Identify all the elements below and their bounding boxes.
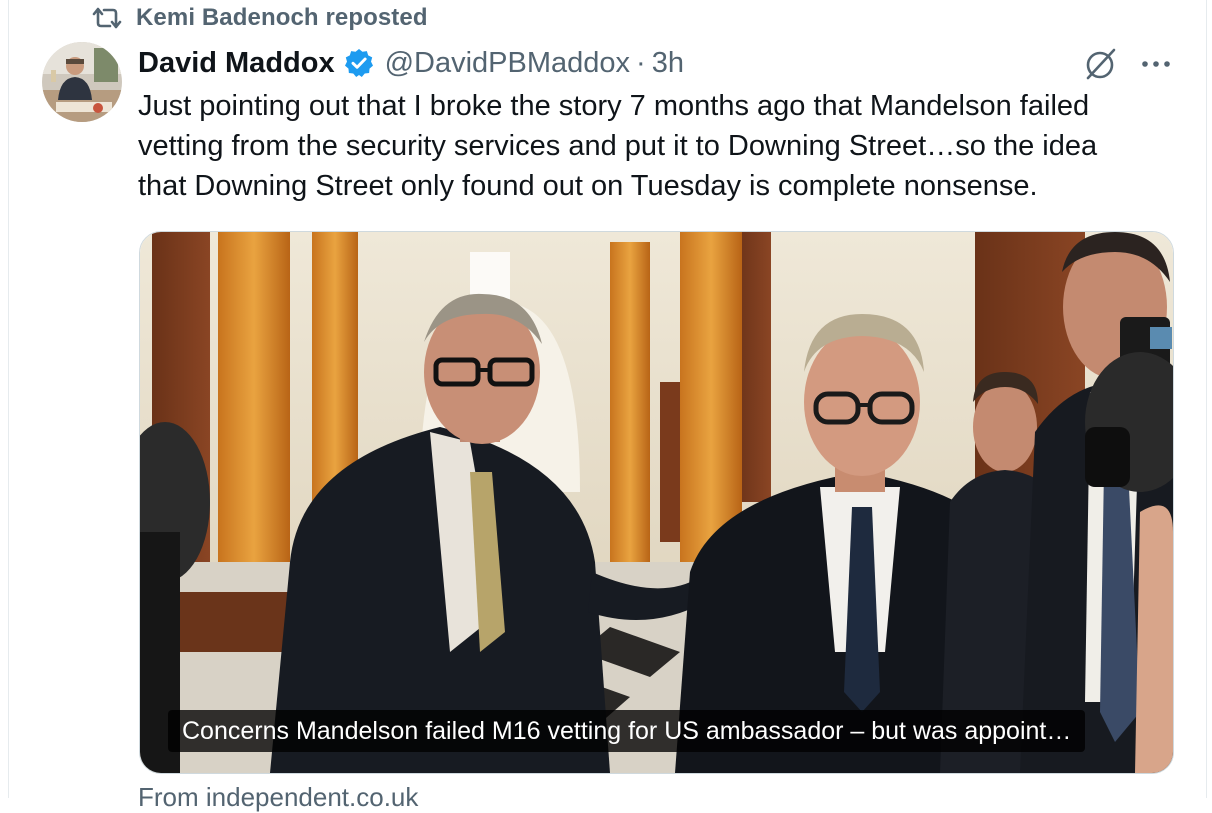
tweet-header: David Maddox @DavidPBMaddox · 3h [138, 44, 684, 82]
repost-label: Kemi Badenoch reposted [136, 4, 428, 31]
tweet-timestamp[interactable]: 3h [652, 47, 684, 80]
author-handle[interactable]: @DavidPBMaddox [385, 47, 630, 80]
avatar[interactable] [42, 42, 122, 122]
timeline-border-right [1206, 0, 1207, 798]
more-icon [1142, 61, 1170, 67]
verified-badge-icon [344, 49, 373, 77]
more-button[interactable] [1136, 44, 1176, 84]
grok-button[interactable] [1080, 44, 1120, 84]
card-caption: Concerns Mandelson failed M16 vetting fo… [168, 710, 1086, 752]
news-photo [140, 232, 1173, 773]
link-preview-card[interactable]: Concerns Mandelson failed M16 vetting fo… [139, 231, 1174, 774]
timeline-border-left [8, 0, 9, 798]
repost-icon [92, 7, 122, 29]
author-name[interactable]: David Maddox [138, 47, 335, 80]
tweet-text-line: that Downing Street only found out on Tu… [138, 170, 1038, 202]
tweet-text: Just pointing out that I broke the story… [138, 86, 1188, 206]
tweet-text-line: Just pointing out that I broke the story… [138, 90, 1090, 122]
grok-icon [1086, 48, 1116, 80]
tweet-text-line: vetting from the security services and p… [138, 130, 1098, 162]
header-separator: · [636, 46, 646, 79]
repost-context[interactable]: Kemi Badenoch reposted [90, 4, 428, 32]
